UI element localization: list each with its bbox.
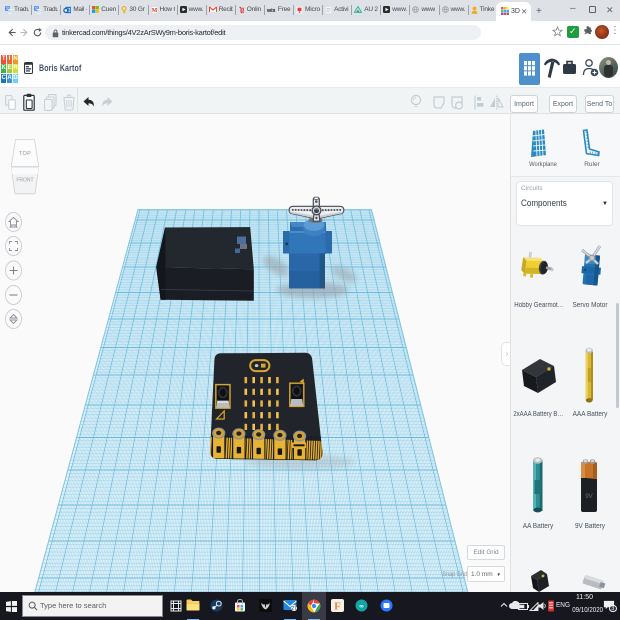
- svg-text:G: G: [38, 9, 41, 13]
- svg-text:27: 27: [291, 606, 297, 611]
- svg-text:∞: ∞: [360, 604, 364, 610]
- svg-text:M: M: [151, 8, 157, 14]
- svg-text:G: G: [9, 9, 12, 13]
- svg-text:FRONT: FRONT: [16, 178, 33, 184]
- svg-text:F: F: [334, 601, 341, 613]
- svg-text:9V: 9V: [585, 494, 592, 500]
- svg-text:TOP: TOP: [19, 151, 31, 157]
- svg-text:wix: wix: [267, 7, 276, 12]
